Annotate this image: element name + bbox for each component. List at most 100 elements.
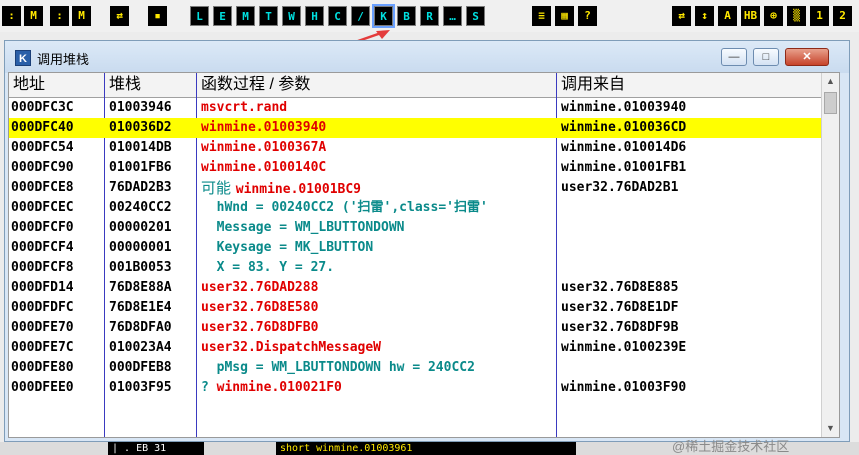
table-row[interactable]: 000DFC3C 01003946 msvcrt.rand winmine.01003… [9,98,823,118]
procedure-text: winmine.01001BC9 [235,182,362,197]
toolbar-left-button-0[interactable]: : [2,6,21,26]
procedure-text: user32.76D8E580 [201,300,319,315]
cell-called-from [561,218,821,238]
toolbar-right-button-3[interactable]: HB [741,6,760,26]
cell-procedure: X = 83. Y = 27. [201,258,555,278]
cell-procedure: Keysage = MK_LBUTTON [201,238,555,258]
toolbar-view-button-0[interactable]: L [190,6,209,26]
toolbar-right-button-5[interactable]: ▒ [787,6,806,26]
table-row[interactable]: 000DFC90 01001FB6 winmine.0100140C winmine.… [9,158,823,178]
toolbar-left-button-2[interactable]: : [50,6,69,26]
table-row[interactable]: 000DFC40 010036D2 winmine.01003940 winmine.… [9,118,823,138]
toolbar-right-button-2[interactable]: A [718,6,737,26]
toolbar-view-button-2[interactable]: M [236,6,255,26]
table-row[interactable]: 000DFEE0 01003F95? winmine.010021F0 winmin… [9,378,823,398]
cell-called-from [561,198,821,218]
toolbar-view-button-11[interactable]: … [443,6,462,26]
toolbar-view-button-12[interactable]: S [466,6,485,26]
table-header: 地址 堆栈 函数过程 / 参数 调用来自 [9,73,823,98]
table-row[interactable]: 000DFD14 76D8E88A user32.76DAD288 user32.76… [9,278,823,298]
toolbar-view-button-4[interactable]: W [282,6,301,26]
table-row[interactable]: 000DFC54 010014DB winmine.0100367A winmine.… [9,138,823,158]
cell-address: 000DFD14 [11,280,74,295]
cell-stack: 00000001 [109,240,172,255]
toolbar-view-button-8[interactable]: K [372,4,395,28]
cell-called-from: user32.76D8DF9B [561,320,679,335]
close-button[interactable]: ✕ [785,48,829,66]
scroll-down-icon[interactable]: ▼ [822,420,839,437]
procedure-text: winmine.0100367A [201,140,327,155]
minimize-button[interactable]: — [721,48,747,66]
toolbar-right-button-7[interactable]: 2 [833,6,852,26]
toolbar-right-button-0[interactable]: ⇄ [672,6,691,26]
maximize-button[interactable]: □ [753,48,779,66]
toolbar-left-button-5[interactable]: ▪ [148,6,167,26]
scroll-up-icon[interactable]: ▲ [822,73,839,90]
cell-called-from [561,258,821,278]
cell-procedure: msvcrt.rand [201,98,555,118]
window-titlebar[interactable]: K 调用堆栈 — □ ✕ [5,41,849,73]
column-header-address[interactable]: 地址 [9,73,105,97]
cell-called-from [561,238,821,258]
cell-stack: 010036D2 [109,120,172,135]
vertical-scrollbar[interactable]: ▲ ▼ [821,73,839,437]
disasm-instruction: short winmine.01003961 [276,442,576,455]
table-row[interactable]: 000DFE7C 010023A4 user32.DispatchMessageW w… [9,338,823,358]
cell-address: 000DFCF8 [11,260,74,275]
toolbar-left-button-3[interactable]: M [72,6,91,26]
cell-procedure: winmine.0100140C [201,158,555,178]
table-row[interactable]: 000DFCE8 76DAD2B3 可能 winmine.01001BC9 user3… [9,178,823,198]
cell-called-from: user32.76D8E885 [561,280,679,295]
cell-address: 000DFCF4 [11,240,74,255]
cell-procedure: ? winmine.010021F0 [201,378,555,398]
cell-address: 000DFE70 [11,320,74,335]
cell-called-from: winmine.01003F90 [561,380,687,395]
table-row[interactable]: 000DFE80 000DFEB8 pMsg = WM_LBUTTONDOWN h… [9,358,823,378]
cell-procedure: winmine.01003940 [201,118,555,138]
cell-address: 000DFDFC [11,300,74,315]
toolbar-view-button-1[interactable]: E [213,6,232,26]
column-header-called-from[interactable]: 调用来自 [557,73,823,97]
procedure-text: Keysage = MK_LBUTTON [201,240,374,255]
toolbar-view-button-5[interactable]: H [305,6,324,26]
table-row[interactable]: 000DFCEC 00240CC2 hWnd = 00240CC2 ('扫雷',c… [9,198,823,218]
procedure-text: user32.76DAD288 [201,280,319,295]
toolbar-right-button-4[interactable]: ⊕ [764,6,783,26]
procedure-text: user32.76D8DFB0 [201,320,319,335]
toolbar-mid-button-1[interactable]: ▦ [555,6,574,26]
scroll-thumb[interactable] [824,92,837,114]
procedure-text: Message = WM_LBUTTONDOWN [201,220,405,235]
procedure-text: winmine.010021F0 [216,380,342,395]
toolbar-view-button-3[interactable]: T [259,6,278,26]
cell-stack: 000DFEB8 [109,360,172,375]
cell-stack: 00240CC2 [109,200,172,215]
column-header-stack[interactable]: 堆栈 [105,73,197,97]
toolbar-mid-button-0[interactable]: ≡ [532,6,551,26]
toolbar-view-button-9[interactable]: B [397,6,416,26]
cell-stack: 76D8E88A [109,280,172,295]
toolbar-left-button-4[interactable]: ⇄ [110,6,129,26]
procedure-text: winmine.0100140C [201,160,327,175]
cell-procedure: user32.76D8DFB0 [201,318,555,338]
procedure-prefix: ? [201,380,217,395]
toolbar-view-button-6[interactable]: C [328,6,347,26]
toolbar-view-button-10[interactable]: R [420,6,439,26]
cell-address: 000DFC3C [11,100,74,115]
table-row[interactable]: 000DFDFC 76D8E1E4 user32.76D8E580 user32.76… [9,298,823,318]
table-row[interactable]: 000DFCF4 00000001 Keysage = MK_LBUTTON [9,238,823,258]
cell-address: 000DFEE0 [11,380,74,395]
table-row[interactable]: 000DFCF8 001B0053 X = 83. Y = 27. [9,258,823,278]
cell-stack: 76DAD2B3 [109,180,172,195]
cell-stack: 00000201 [109,220,172,235]
cell-called-from: user32.76D8E1DF [561,300,679,315]
cell-address: 000DFC54 [11,140,74,155]
toolbar-mid-button-2[interactable]: ? [578,6,597,26]
toolbar-left-button-1[interactable]: M [24,6,43,26]
toolbar-right-button-6[interactable]: 1 [810,6,829,26]
toolbar-right-button-1[interactable]: ↕ [695,6,714,26]
cell-called-from [561,358,821,378]
table-row[interactable]: 000DFCF0 00000201 Message = WM_LBUTTONDOW… [9,218,823,238]
toolbar-view-button-7[interactable]: / [351,6,370,26]
table-row[interactable]: 000DFE70 76D8DFA0 user32.76D8DFB0 user32.76… [9,318,823,338]
column-header-procedure[interactable]: 函数过程 / 参数 [197,73,557,97]
